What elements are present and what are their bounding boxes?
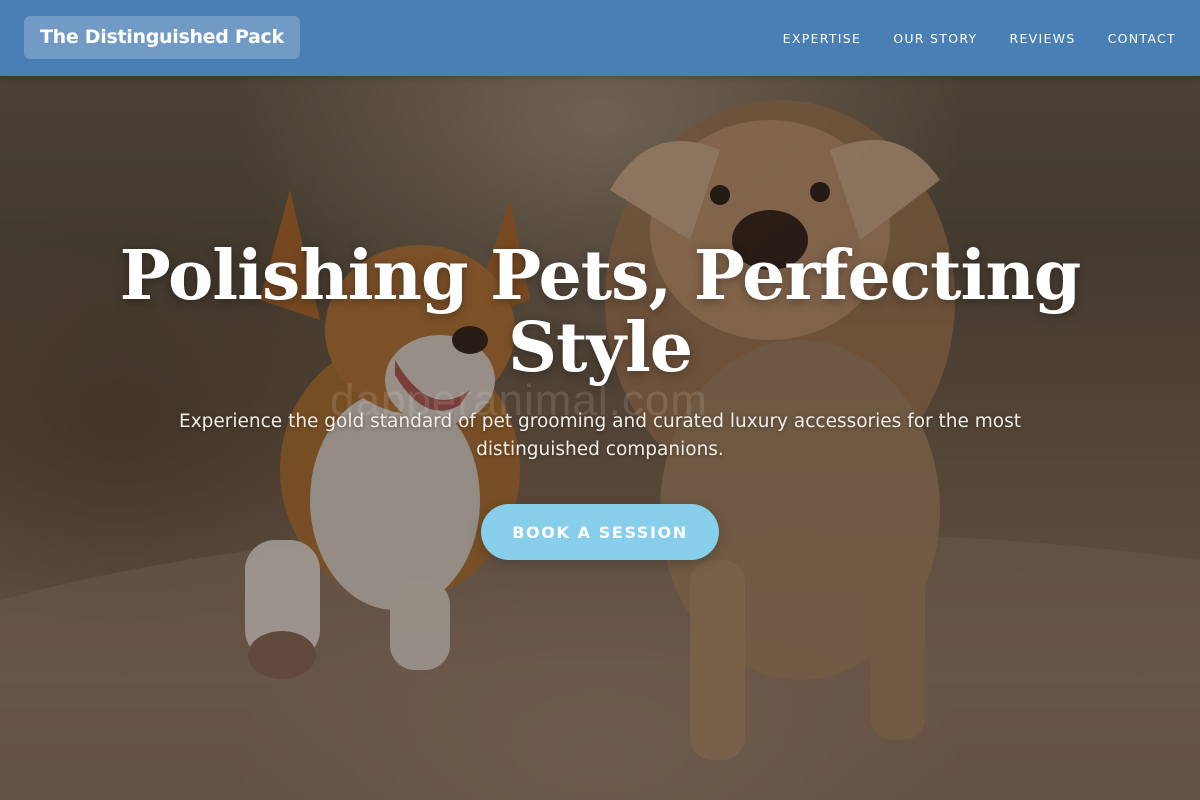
book-session-button[interactable]: BOOK A SESSION <box>481 504 719 560</box>
nav-link-reviews[interactable]: REVIEWS <box>1009 31 1075 46</box>
site-header: The Distinguished Pack EXPERTISE OUR STO… <box>0 0 1200 76</box>
main-nav: EXPERTISE OUR STORY REVIEWS CONTACT <box>783 0 1176 76</box>
hero-section: dapperanimal.com Polishing Pets, Perfect… <box>0 0 1200 800</box>
brand-logo-link[interactable]: The Distinguished Pack <box>24 16 300 59</box>
hero-title: Polishing Pets, Perfecting Style <box>119 236 1082 388</box>
nav-link-expertise[interactable]: EXPERTISE <box>783 31 862 46</box>
nav-link-our-story[interactable]: OUR STORY <box>893 31 977 46</box>
nav-link-contact[interactable]: CONTACT <box>1108 31 1176 46</box>
hero-subtitle: Experience the gold standard of pet groo… <box>179 411 1021 460</box>
